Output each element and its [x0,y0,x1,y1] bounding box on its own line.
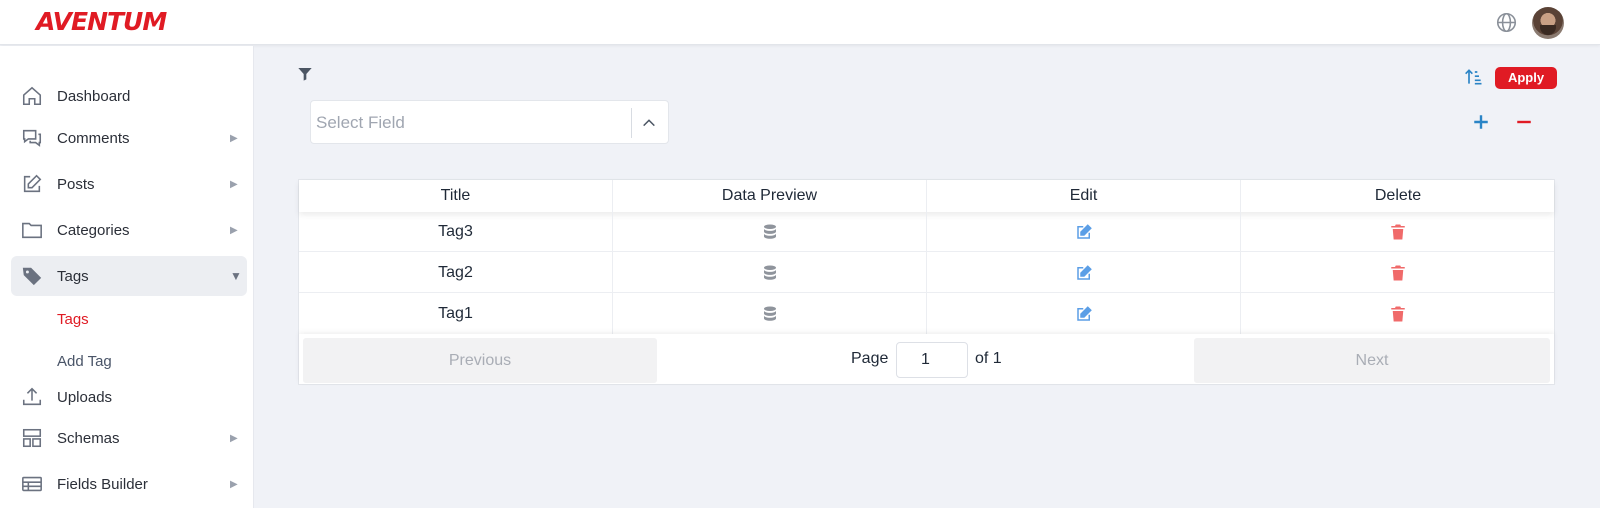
edit-cell[interactable] [927,252,1241,293]
cell-title: Tag3 [299,211,613,252]
sidebar-item-label: Posts [57,175,95,193]
chevron-down-icon: ▼ [230,269,242,283]
plus-icon[interactable] [1472,113,1490,131]
column-header-delete: Delete [1374,187,1422,204]
sidebar-item-categories[interactable]: Categories ▶ [11,210,247,250]
cell-title: Tag2 [299,252,613,293]
home-icon [22,86,42,106]
sidebar-item-label: Comments [57,129,130,147]
database-icon[interactable] [761,305,779,323]
chevron-right-icon: ▶ [230,132,238,144]
sidebar-item-label: Tags [57,267,89,285]
trash-icon[interactable] [1389,264,1407,282]
data-preview-cell[interactable] [613,252,927,293]
chevron-right-icon: ▶ [230,478,238,490]
chevron-right-icon: ▶ [230,432,238,444]
column-header-data-preview: Data Preview [613,180,927,212]
edit-icon [23,174,42,193]
sidebar-item-label: Schemas [57,429,120,447]
tag-icon [22,267,42,286]
trash-icon[interactable] [1389,223,1407,241]
sidebar-item-dashboard[interactable]: Dashboard [11,76,247,116]
table-row: Tag2 [299,252,1554,293]
sidebar-subitem-add-tag[interactable]: Add Tag [57,353,112,370]
table-header: Title Data Preview Edit Delete [299,180,1554,212]
globe-icon[interactable] [1496,12,1517,33]
upload-icon [22,387,42,406]
delete-cell[interactable] [1241,211,1555,252]
edit-icon[interactable] [1075,305,1093,323]
select-separator [631,108,632,138]
column-header-title: Title [299,180,613,212]
sidebar-item-label: Fields Builder [57,475,148,493]
select-placeholder: Select Field [316,113,405,132]
chevron-right-icon: ▶ [230,178,238,190]
table-row: Tag1 [299,293,1554,334]
table-row: Tag3 [299,211,1554,252]
cell-title: Tag1 [299,293,613,334]
app-logo[interactable]: AVENTUM [36,7,167,36]
pagination-bar: Previous Page 1 of 1 Next [299,334,1554,384]
select-field-dropdown[interactable]: Select Field [310,100,669,144]
sidebar-item-tags[interactable]: Tags ▼ [11,256,247,296]
sidebar-item-posts[interactable]: Posts ▶ [11,164,247,204]
sidebar-item-schemas[interactable]: Schemas ▶ [11,418,247,458]
sidebar-item-comments[interactable]: Comments ▶ [11,118,247,158]
table-icon [22,476,42,492]
trash-icon[interactable] [1389,305,1407,323]
data-preview-cell[interactable] [613,211,927,252]
sidebar-item-fields-builder[interactable]: Fields Builder ▶ [11,464,247,504]
tags-table: Title Data Preview Edit Delete Tag3 Tag2… [298,179,1555,385]
edit-icon[interactable] [1075,264,1093,282]
page-label: Page [851,350,889,367]
sidebar-item-uploads[interactable]: Uploads [11,377,247,417]
sidebar-item-label: Categories [57,221,130,239]
minus-icon[interactable] [1515,113,1533,131]
delete-cell[interactable] [1241,252,1555,293]
chevron-up-icon[interactable] [641,115,657,131]
column-header-edit: Edit [927,180,1241,212]
database-icon[interactable] [761,223,779,241]
top-bar: AVENTUM [0,0,1600,45]
sidebar-item-label: Uploads [57,388,113,406]
previous-button[interactable]: Previous [303,338,657,383]
layout-icon [22,428,42,448]
sidebar-subitem-tags[interactable]: Tags [57,311,89,328]
sidebar-item-label: Dashboard [57,87,131,105]
chevron-right-icon: ▶ [230,224,238,236]
sidebar: Dashboard Comments ▶ Posts ▶ Categories … [0,46,254,508]
database-icon[interactable] [761,264,779,282]
filter-icon[interactable] [297,66,313,82]
page-number-input[interactable]: 1 [896,342,968,378]
comments-icon [22,129,42,147]
edit-cell[interactable] [927,293,1241,334]
edit-icon[interactable] [1075,223,1093,241]
edit-cell[interactable] [927,211,1241,252]
user-avatar[interactable] [1532,7,1564,39]
folder-icon [22,222,42,239]
page-total-label: of 1 [975,350,1002,367]
next-button[interactable]: Next [1194,338,1550,383]
data-preview-cell[interactable] [613,293,927,334]
apply-button[interactable]: Apply [1495,67,1557,89]
sort-ascending-icon[interactable] [1464,67,1484,87]
delete-cell[interactable] [1241,293,1555,334]
